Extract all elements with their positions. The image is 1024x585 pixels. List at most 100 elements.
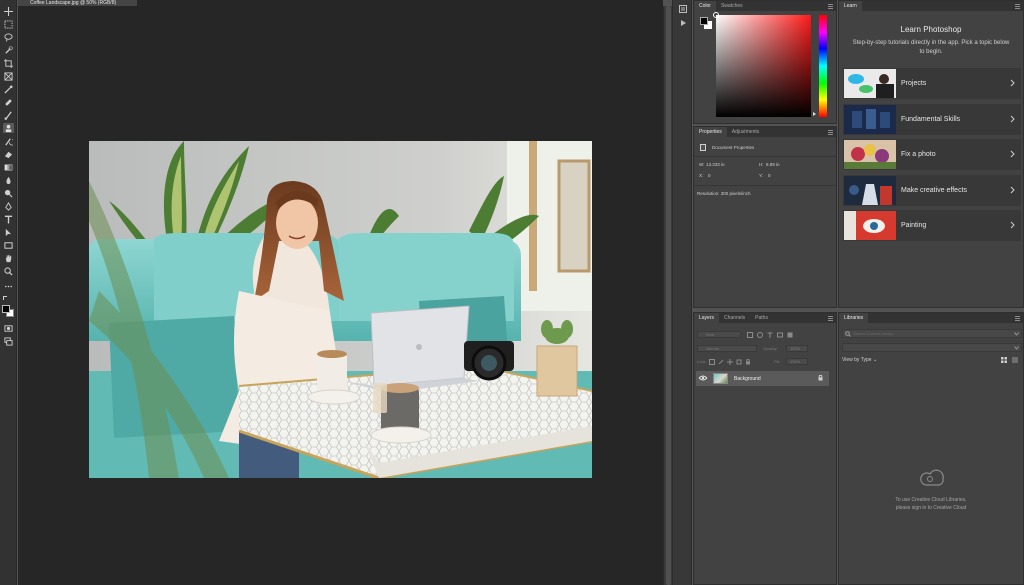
frame-tool-icon[interactable] bbox=[3, 71, 14, 81]
width-value[interactable]: 13.333 in bbox=[706, 162, 725, 167]
lasso-tool-icon[interactable] bbox=[3, 32, 14, 42]
layer-row[interactable]: Background bbox=[696, 371, 829, 386]
learn-item-fix-a-photo[interactable]: Fix a photo bbox=[843, 139, 1021, 170]
screen-mode-icon[interactable] bbox=[3, 336, 14, 346]
color-picker-field[interactable] bbox=[713, 12, 811, 117]
tab-learn[interactable]: Learn bbox=[839, 1, 862, 11]
opacity-input[interactable]: 100% bbox=[786, 345, 808, 352]
tab-color[interactable]: Color bbox=[694, 1, 716, 11]
fill-input[interactable]: 100% bbox=[786, 358, 808, 365]
libraries-search-input[interactable]: Search Current Library bbox=[842, 329, 1022, 338]
clone-stamp-tool-icon[interactable] bbox=[3, 123, 14, 133]
list-view-icon[interactable] bbox=[1012, 357, 1018, 365]
document-image[interactable] bbox=[89, 141, 592, 478]
quick-mask-icon[interactable] bbox=[3, 323, 14, 333]
history-brush-tool-icon[interactable] bbox=[3, 136, 14, 146]
tab-channels[interactable]: Channels bbox=[719, 313, 750, 323]
lock-image-pixels-icon[interactable] bbox=[717, 358, 724, 365]
panel-menu-icon[interactable] bbox=[828, 4, 833, 9]
fill-label: Fill: bbox=[774, 359, 781, 364]
chevron-down-icon[interactable] bbox=[1014, 346, 1019, 352]
hue-slider[interactable] bbox=[819, 15, 827, 117]
panel-menu-icon[interactable] bbox=[1015, 316, 1020, 321]
history-panel-icon[interactable] bbox=[678, 4, 688, 14]
marquee-tool-icon[interactable] bbox=[3, 19, 14, 29]
hue-slider-arrow-icon[interactable] bbox=[813, 112, 816, 116]
healing-brush-tool-icon[interactable] bbox=[3, 97, 14, 107]
chevron-down-icon[interactable] bbox=[1014, 332, 1019, 338]
brush-tool-icon[interactable] bbox=[3, 110, 14, 120]
x-value[interactable]: 0 bbox=[708, 173, 711, 178]
swap-colors-icon[interactable] bbox=[3, 296, 7, 300]
grid-view-icon[interactable] bbox=[1001, 357, 1007, 365]
document-vertical-scrollbar[interactable] bbox=[663, 6, 672, 585]
scrollbar-thumb[interactable] bbox=[666, 6, 671, 585]
tab-paths[interactable]: Paths bbox=[750, 313, 773, 323]
type-tool-icon[interactable] bbox=[3, 214, 14, 224]
layer-thumbnail[interactable] bbox=[713, 373, 728, 384]
creative-cloud-icon bbox=[919, 469, 945, 491]
lock-transparent-pixels-icon[interactable] bbox=[708, 358, 715, 365]
document-tab[interactable]: Coffee Landscape.jpg @ 50% (RGB/8) bbox=[18, 0, 137, 6]
move-tool-icon[interactable] bbox=[3, 6, 14, 16]
panel-menu-icon[interactable] bbox=[828, 130, 833, 135]
y-value[interactable]: 0 bbox=[768, 173, 771, 178]
lock-all-icon[interactable] bbox=[744, 358, 751, 365]
painting-thumbnail bbox=[844, 211, 896, 240]
learn-item-label: Fix a photo bbox=[901, 151, 936, 158]
chevron-right-icon bbox=[1010, 221, 1015, 231]
foreground-color-swatch[interactable] bbox=[2, 305, 10, 313]
more-tools-icon[interactable] bbox=[3, 281, 14, 291]
tab-swatches[interactable]: Swatches bbox=[716, 1, 748, 11]
learn-item-projects[interactable]: Projects bbox=[843, 68, 1021, 99]
eraser-tool-icon[interactable] bbox=[3, 149, 14, 159]
learn-item-label: Make creative effects bbox=[901, 187, 968, 194]
panel-menu-icon[interactable] bbox=[1015, 4, 1020, 9]
foreground-swatch[interactable] bbox=[700, 17, 708, 25]
search-icon bbox=[845, 331, 851, 339]
hand-tool-icon[interactable] bbox=[3, 253, 14, 263]
library-select-dropdown[interactable] bbox=[842, 343, 1022, 352]
color-picker-cursor[interactable] bbox=[713, 12, 719, 18]
learn-item-fundamental-skills[interactable]: Fundamental Skills bbox=[843, 104, 1021, 135]
pen-tool-icon[interactable] bbox=[3, 201, 14, 211]
eye-icon[interactable] bbox=[698, 375, 708, 383]
layer-name[interactable]: Background bbox=[734, 376, 761, 382]
filter-type-icon[interactable] bbox=[766, 331, 773, 338]
learn-item-make-creative-effects[interactable]: Make creative effects bbox=[843, 175, 1021, 206]
tab-properties[interactable]: Properties bbox=[694, 127, 727, 137]
filter-adjustment-icon[interactable] bbox=[756, 331, 763, 338]
panel-menu-icon[interactable] bbox=[828, 316, 833, 321]
fundamental-skills-thumbnail bbox=[844, 105, 896, 134]
filter-smart-object-icon[interactable] bbox=[786, 331, 793, 338]
height-value[interactable]: 8.89 in bbox=[766, 162, 780, 167]
learn-item-painting[interactable]: Painting bbox=[843, 210, 1021, 241]
divider bbox=[694, 156, 836, 157]
crop-tool-icon[interactable] bbox=[3, 58, 14, 68]
rectangle-tool-icon[interactable] bbox=[3, 240, 14, 250]
layer-kind-filter[interactable]: Kind bbox=[697, 331, 741, 338]
libraries-panel: Libraries Search Current Library View by… bbox=[838, 312, 1024, 585]
blur-tool-icon[interactable] bbox=[3, 175, 14, 185]
tab-layers[interactable]: Layers bbox=[694, 313, 720, 323]
make-creative-effects-thumbnail bbox=[844, 176, 896, 205]
libraries-message-line1: To use Creative Cloud Libraries, bbox=[895, 497, 967, 503]
quick-selection-tool-icon[interactable] bbox=[3, 45, 14, 55]
tab-adjustments[interactable]: Adjustments bbox=[727, 127, 765, 137]
actions-panel-icon[interactable] bbox=[678, 18, 688, 28]
layers-panel: Layers Channels Paths Kind Normal Opacit… bbox=[693, 312, 837, 585]
lock-artboard-icon[interactable] bbox=[735, 358, 742, 365]
filter-shape-icon[interactable] bbox=[776, 331, 783, 338]
gradient-tool-icon[interactable] bbox=[3, 162, 14, 172]
properties-panel: Properties Adjustments Document Properti… bbox=[693, 126, 837, 308]
dodge-tool-icon[interactable] bbox=[3, 188, 14, 198]
resolution-text: Resolution: 300 pixels/inch bbox=[697, 191, 751, 196]
lock-position-icon[interactable] bbox=[726, 358, 733, 365]
blend-mode-select[interactable]: Normal bbox=[697, 345, 757, 352]
eyedropper-tool-icon[interactable] bbox=[3, 84, 14, 94]
zoom-tool-icon[interactable] bbox=[3, 266, 14, 276]
tab-libraries[interactable]: Libraries bbox=[839, 313, 869, 323]
filter-pixel-icon[interactable] bbox=[746, 331, 753, 338]
path-selection-tool-icon[interactable] bbox=[3, 227, 14, 237]
view-by-type-dropdown[interactable]: View by Type ⌄ bbox=[842, 357, 877, 363]
